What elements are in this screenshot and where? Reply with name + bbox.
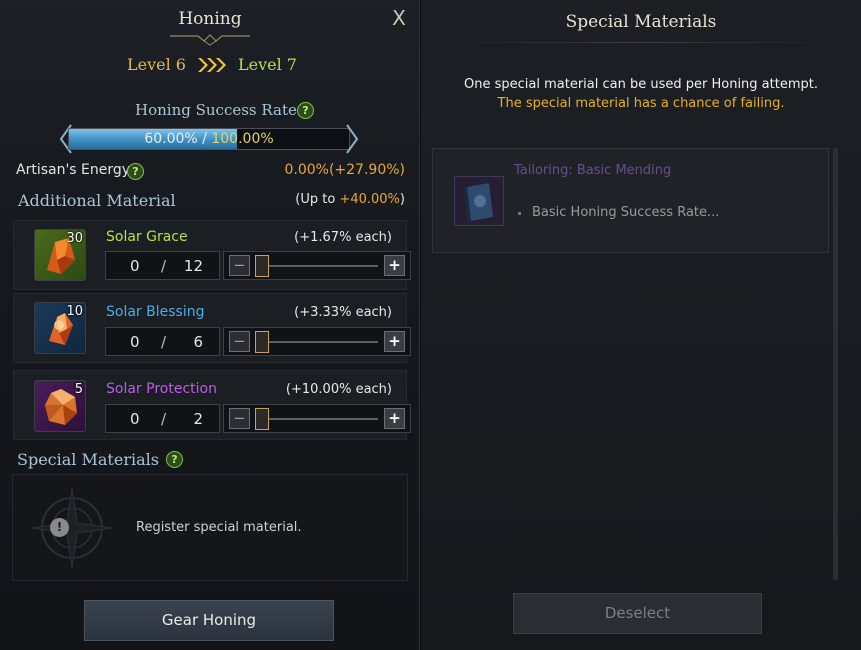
material-row-solar-grace: 30 Solar Grace (+1.67% each) 0 / 12 − + (13, 220, 411, 290)
material-quantity-field[interactable]: 0 / 12 (105, 251, 220, 280)
warning-icon: ! (50, 518, 69, 537)
special-material-desc: Basic Honing Success Rate... (532, 205, 720, 220)
special-material-item[interactable]: Tailoring: Basic Mending Basic Honing Su… (432, 148, 829, 253)
divider (441, 42, 841, 43)
increase-button[interactable]: + (384, 255, 405, 276)
decrease-button[interactable]: − (229, 255, 250, 276)
scrollbar[interactable] (833, 148, 838, 580)
special-material-slot[interactable]: ! Register special material. (12, 474, 408, 581)
material-quantity-slider[interactable]: − + (223, 404, 411, 433)
slider-handle[interactable] (255, 331, 269, 353)
slider-handle[interactable] (255, 408, 269, 430)
help-icon[interactable]: ? (166, 451, 183, 468)
rate-current: 60.00% (144, 131, 198, 147)
artisan-energy-label: Artisan's Energy (16, 162, 131, 178)
material-quantity-field[interactable]: 0 / 6 (105, 327, 220, 356)
bullet (518, 212, 521, 215)
honing-panel: Honing X Level 6 Level 7 Honing Success … (0, 0, 420, 650)
close-button[interactable]: X (388, 7, 410, 29)
material-quantity-slider[interactable]: − + (223, 251, 411, 280)
honing-title: Honing (178, 9, 242, 29)
gear-honing-button[interactable]: Gear Honing (84, 600, 334, 641)
decrease-button[interactable]: − (229, 408, 250, 429)
success-rate-bar: 60.00% / 100.00% (58, 122, 360, 156)
material-quantity-field[interactable]: 0 / 2 (105, 404, 220, 433)
special-material-name: Tailoring: Basic Mending (514, 163, 672, 178)
special-material-warning: The special material has a chance of fai… (497, 96, 785, 111)
title-ornament-icon (170, 34, 250, 46)
rate-max: 100.00% (211, 131, 274, 147)
material-row-solar-blessing: 10 Solar Blessing (+3.33% each) 0 / 6 − … (13, 293, 411, 363)
material-name: Solar Blessing (106, 304, 205, 320)
honing-title-bar: Honing X (0, 0, 420, 46)
success-rate-label: Honing Success Rate (135, 101, 297, 119)
special-materials-panel-title: Special Materials (565, 12, 717, 32)
material-row-solar-protection: 5 Solar Protection (+10.00% each) 0 / 2 … (13, 370, 411, 440)
emblem-icon (31, 487, 113, 569)
slider-handle[interactable] (255, 255, 269, 277)
level-from: Level 6 (127, 55, 186, 74)
register-special-material-text: Register special material. (136, 520, 302, 535)
solar-blessing-icon: 10 (34, 302, 86, 354)
special-materials-panel: Special Materials One special material c… (421, 0, 861, 650)
help-icon[interactable]: ? (127, 163, 144, 180)
level-to: Level 7 (238, 55, 297, 74)
artisan-energy-value: 0.00%(+27.90%) (284, 162, 405, 178)
material-name: Solar Grace (106, 229, 188, 245)
bar-cap-right-icon (346, 124, 359, 154)
material-name: Solar Protection (106, 381, 217, 397)
additional-material-cap: (Up to +40.00%) (295, 192, 405, 207)
increase-button[interactable]: + (384, 408, 405, 429)
triple-chevron-icon (198, 58, 226, 72)
solar-grace-icon: 30 (34, 229, 86, 281)
level-progression: Level 6 Level 7 (0, 55, 419, 77)
material-quantity-slider[interactable]: − + (223, 327, 411, 356)
additional-material-title: Additional Material (18, 191, 176, 210)
material-bonus: (+1.67% each) (294, 230, 392, 245)
deselect-button[interactable]: Deselect (513, 593, 762, 634)
solar-protection-icon: 5 (34, 380, 86, 432)
material-bonus: (+3.33% each) (294, 305, 392, 320)
help-icon[interactable]: ? (297, 102, 314, 119)
special-material-note: One special material can be used per Hon… (464, 77, 818, 92)
increase-button[interactable]: + (384, 331, 405, 352)
decrease-button[interactable]: − (229, 331, 250, 352)
special-materials-title: Special Materials (17, 450, 159, 469)
book-icon (454, 176, 504, 226)
material-bonus: (+10.00% each) (285, 382, 392, 397)
